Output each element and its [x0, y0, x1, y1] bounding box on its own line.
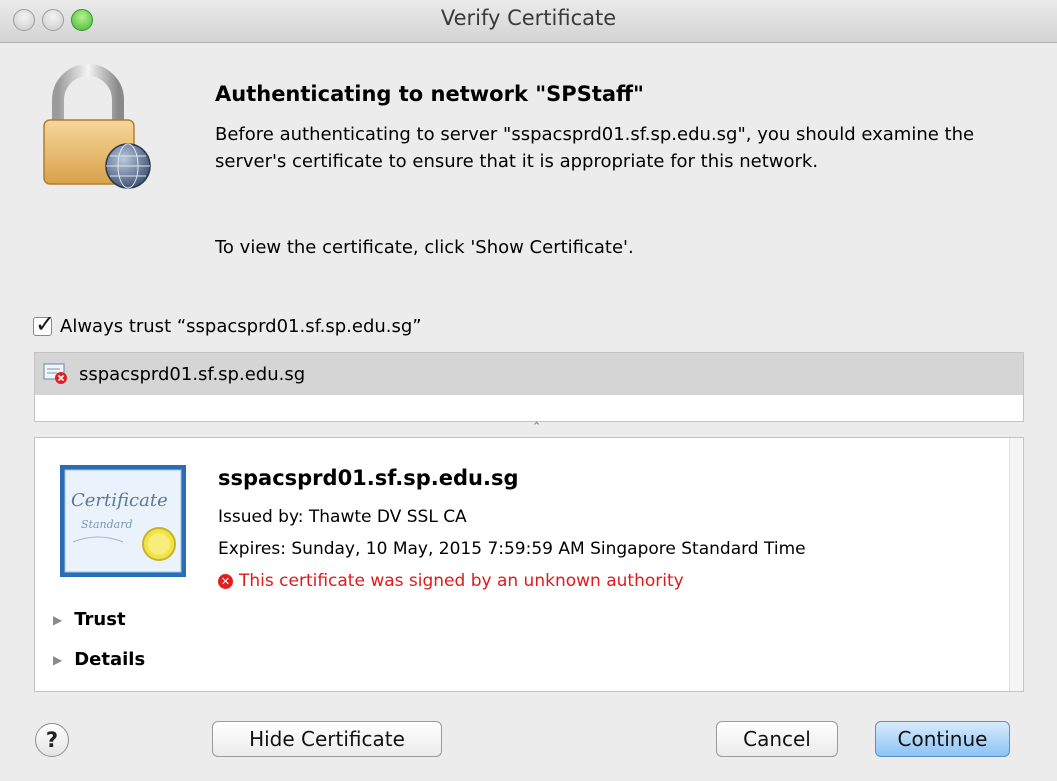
continue-button[interactable]: Continue — [875, 721, 1010, 757]
help-button[interactable]: ? — [35, 723, 69, 757]
certificate-warning: ✕ This certificate was signed by an unkn… — [218, 571, 684, 591]
certificate-list-item-label: sspacsprd01.sf.sp.edu.sg — [79, 363, 306, 385]
certificate-error-icon — [43, 363, 67, 384]
certificate-name: sspacsprd01.sf.sp.edu.sg — [218, 466, 519, 490]
hide-certificate-button[interactable]: Hide Certificate — [212, 721, 442, 757]
window-title: Verify Certificate — [440, 6, 617, 30]
certificate-icon: Certificate Standard — [60, 465, 186, 577]
verify-certificate-dialog: Verify Certificate Authenticating to net… — [0, 0, 1057, 781]
certificate-icon-subtitle: Standard — [81, 518, 133, 531]
title-bar: Verify Certificate — [0, 0, 1057, 43]
certificate-list: sspacsprd01.sf.sp.edu.sg — [34, 352, 1024, 422]
certificate-warning-text: This certificate was signed by an unknow… — [239, 571, 684, 591]
split-view-handle[interactable]: ⌃ — [532, 420, 541, 433]
cancel-button[interactable]: Cancel — [716, 721, 838, 757]
certificate-icon-title: Certificate — [71, 490, 168, 511]
always-trust-option[interactable]: ✓ Always trust “sspacsprd01.sf.sp.edu.sg… — [33, 310, 422, 338]
detail-scrollbar[interactable] — [1009, 438, 1023, 691]
details-label: Details — [74, 649, 146, 670]
certificate-detail-pane: Certificate Standard sspacsprd01.sf.sp.e… — [34, 437, 1024, 692]
dialog-message: Before authenticating to server "sspacsp… — [215, 124, 975, 172]
certificate-list-item[interactable]: sspacsprd01.sf.sp.edu.sg — [35, 353, 1023, 395]
always-trust-checkbox[interactable]: ✓ — [33, 310, 55, 338]
trust-label: Trust — [74, 609, 126, 630]
lock-icon — [43, 64, 151, 189]
disclosure-triangle-icon: ▶ — [53, 612, 63, 627]
dialog-heading: Authenticating to network "SPStaff" — [215, 82, 644, 106]
dialog-instruction: To view the certificate, click 'Show Cer… — [215, 237, 634, 258]
disclosure-triangle-icon: ▶ — [53, 652, 63, 667]
always-trust-label: Always trust “sspacsprd01.sf.sp.edu.sg” — [60, 316, 422, 337]
checkmark-icon: ✓ — [35, 310, 56, 338]
error-icon: ✕ — [218, 573, 233, 589]
details-disclosure[interactable]: ▶ Details — [53, 649, 145, 670]
certificate-expiry: Expires: Sunday, 10 May, 2015 7:59:59 AM… — [218, 539, 806, 559]
certificate-issuer: Issued by: Thawte DV SSL CA — [218, 507, 467, 527]
trust-disclosure[interactable]: ▶ Trust — [53, 609, 126, 630]
